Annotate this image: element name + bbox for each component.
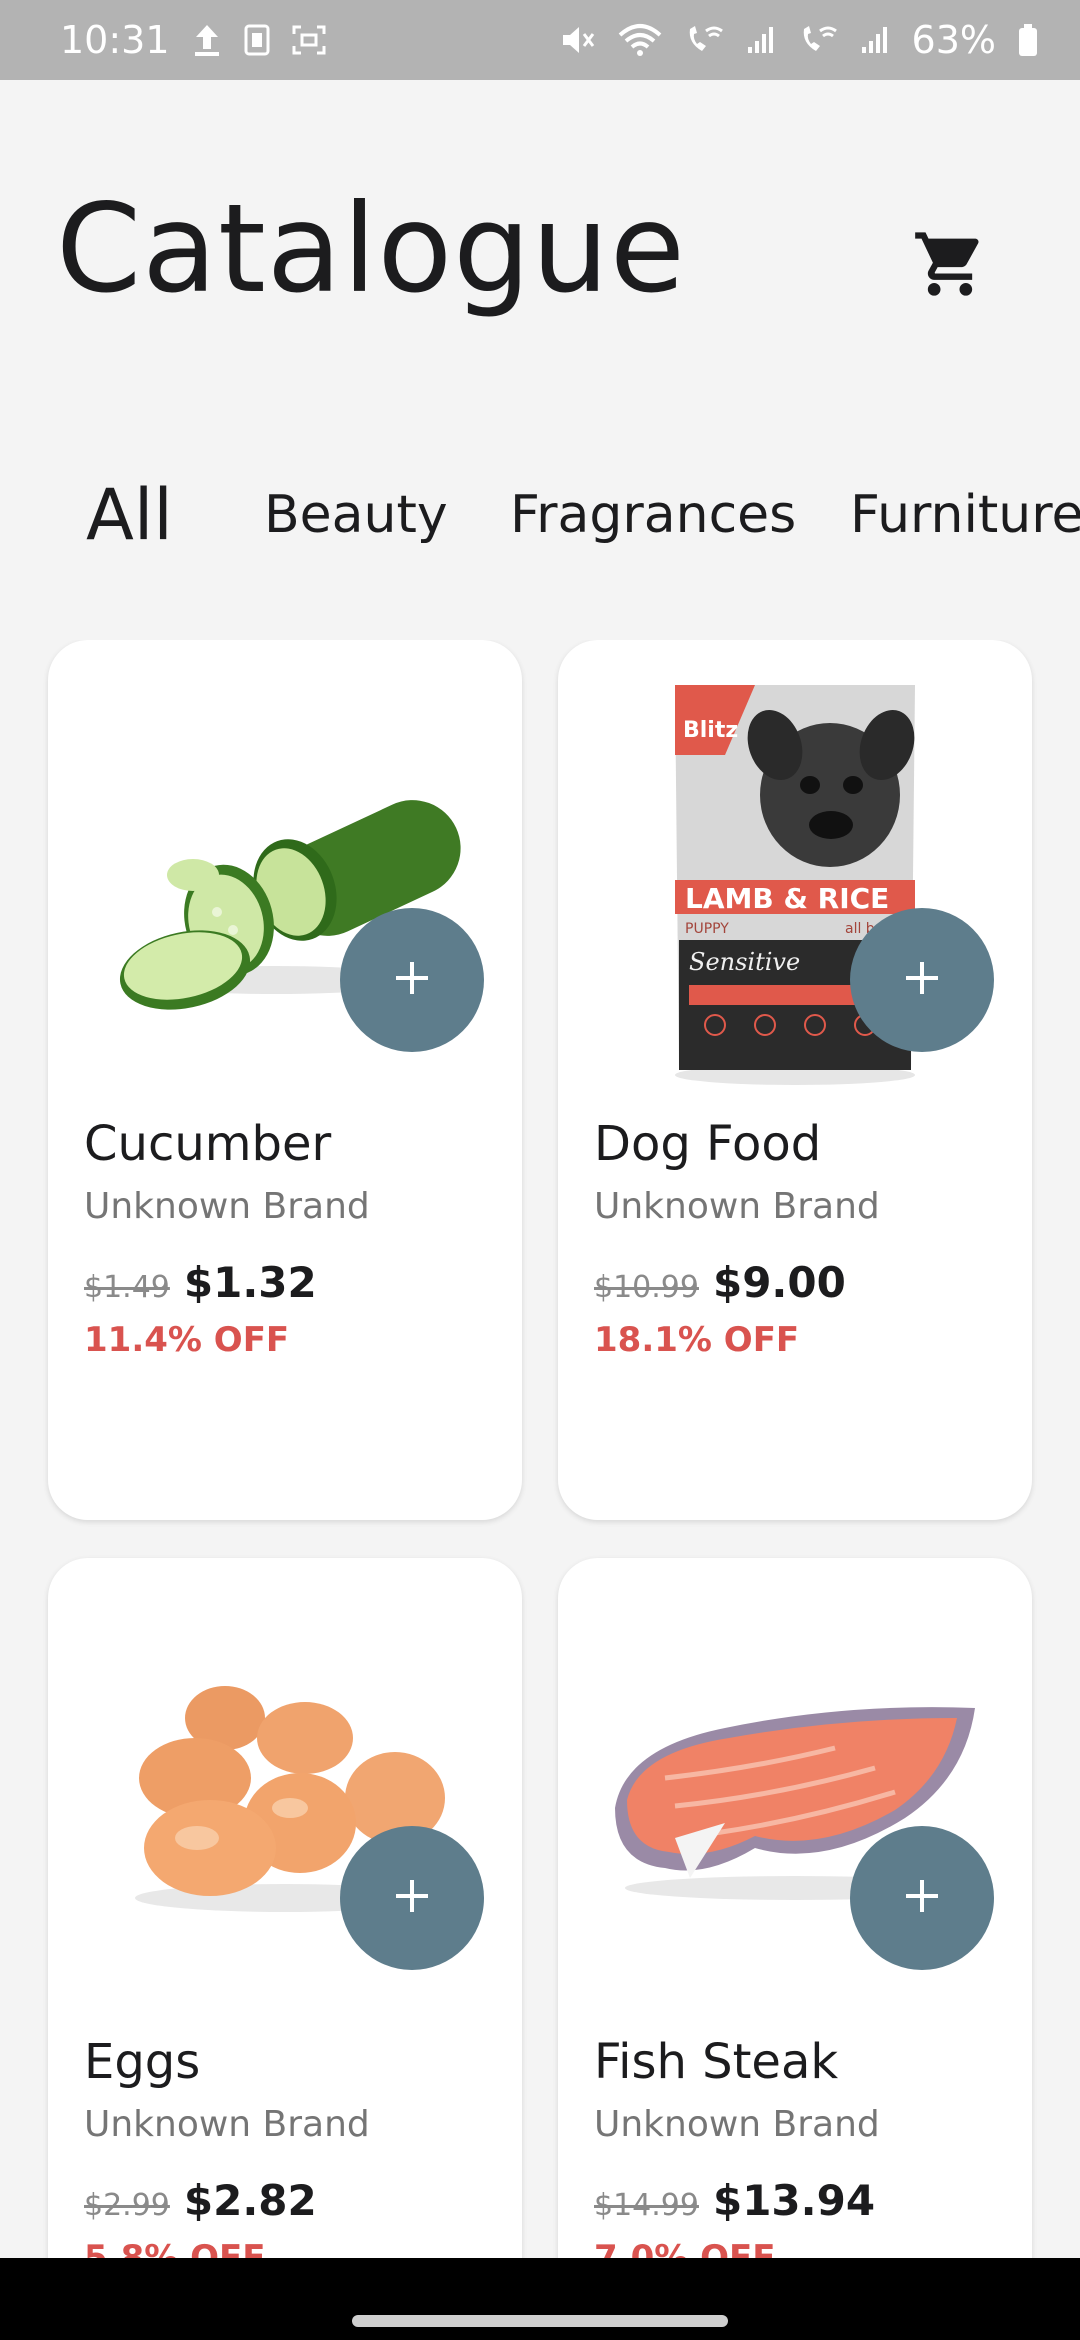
category-tabs: All Beauty Fragrances Furniture (0, 470, 1080, 560)
product-brand: Unknown Brand (594, 1186, 880, 1227)
price-row: $2.99 $2.82 (84, 2176, 317, 2225)
status-left: 10:31 (60, 18, 326, 62)
package-title-text: LAMB & RICE (685, 882, 889, 915)
package-brand-text: Blitz (683, 718, 738, 743)
mute-icon (560, 23, 596, 57)
add-to-cart-button[interactable] (850, 1826, 994, 1970)
screenshot-icon (292, 25, 326, 55)
price-row: $1.49 $1.32 (84, 1258, 317, 1307)
original-price: $10.99 (594, 1270, 699, 1305)
product-card-cucumber[interactable]: Cucumber Unknown Brand $1.49 $1.32 11.4%… (48, 640, 522, 1520)
tab-fragrances[interactable]: Fragrances (510, 470, 796, 560)
package-sub-text: PUPPY (685, 921, 729, 937)
original-price: $14.99 (594, 2188, 699, 2223)
product-card-fish-steak[interactable]: Fish Steak Unknown Brand $14.99 $13.94 7… (558, 1558, 1032, 2258)
status-bar: 10:31 63% (0, 0, 1080, 80)
page-title: Catalogue (56, 178, 686, 320)
product-grid: Cucumber Unknown Brand $1.49 $1.32 11.4%… (0, 640, 1080, 2258)
plus-icon (902, 1876, 942, 1920)
product-name: Fish Steak (594, 2034, 839, 2090)
status-time: 10:31 (60, 18, 170, 62)
add-to-cart-button[interactable] (340, 908, 484, 1052)
product-card-dog-food[interactable]: Blitz LAMB & RICE PUPPY all breeds Sensi… (558, 640, 1032, 1520)
product-name: Cucumber (84, 1116, 332, 1172)
status-right: 63% (560, 18, 1038, 62)
product-brand: Unknown Brand (594, 2104, 880, 2145)
signal-icon (746, 25, 776, 55)
signal-2-icon (860, 25, 890, 55)
discount-label: 7.0% OFF (594, 2238, 776, 2258)
wifi-icon (618, 23, 662, 57)
upload-icon (192, 23, 222, 57)
plus-icon (392, 1876, 432, 1920)
price-row: $10.99 $9.00 (594, 1258, 846, 1307)
tab-furniture[interactable]: Furniture (850, 470, 1080, 560)
product-card-eggs[interactable]: Eggs Unknown Brand $2.99 $2.82 5.8% OFF (48, 1558, 522, 2258)
add-to-cart-button[interactable] (850, 908, 994, 1052)
current-price: $2.82 (183, 2176, 317, 2225)
original-price: $1.49 (84, 1270, 170, 1305)
discount-label: 18.1% OFF (594, 1320, 800, 1360)
wifi-calling-2-icon (798, 23, 838, 57)
plus-icon (902, 958, 942, 1002)
product-brand: Unknown Brand (84, 2104, 370, 2145)
current-price: $13.94 (712, 2176, 876, 2225)
product-name: Eggs (84, 2034, 201, 2090)
cart-button[interactable] (904, 220, 996, 312)
plus-icon (392, 958, 432, 1002)
tab-all[interactable]: All (86, 470, 173, 560)
product-brand: Unknown Brand (84, 1186, 370, 1227)
price-row: $14.99 $13.94 (594, 2176, 875, 2225)
current-price: $9.00 (712, 1258, 846, 1307)
tab-beauty[interactable]: Beauty (264, 470, 448, 560)
battery-icon (1018, 23, 1038, 57)
package-variant-text: Sensitive (689, 948, 800, 976)
discount-label: 5.8% OFF (84, 2238, 266, 2258)
home-indicator[interactable] (352, 2315, 728, 2327)
notification-icon (244, 24, 270, 56)
wifi-calling-icon (684, 23, 724, 57)
add-to-cart-button[interactable] (340, 1826, 484, 1970)
cart-icon (912, 226, 988, 306)
original-price: $2.99 (84, 2188, 170, 2223)
product-name: Dog Food (594, 1116, 822, 1172)
battery-percent: 63% (911, 18, 996, 62)
current-price: $1.32 (183, 1258, 317, 1307)
discount-label: 11.4% OFF (84, 1320, 290, 1360)
navigation-bar (0, 2258, 1080, 2340)
